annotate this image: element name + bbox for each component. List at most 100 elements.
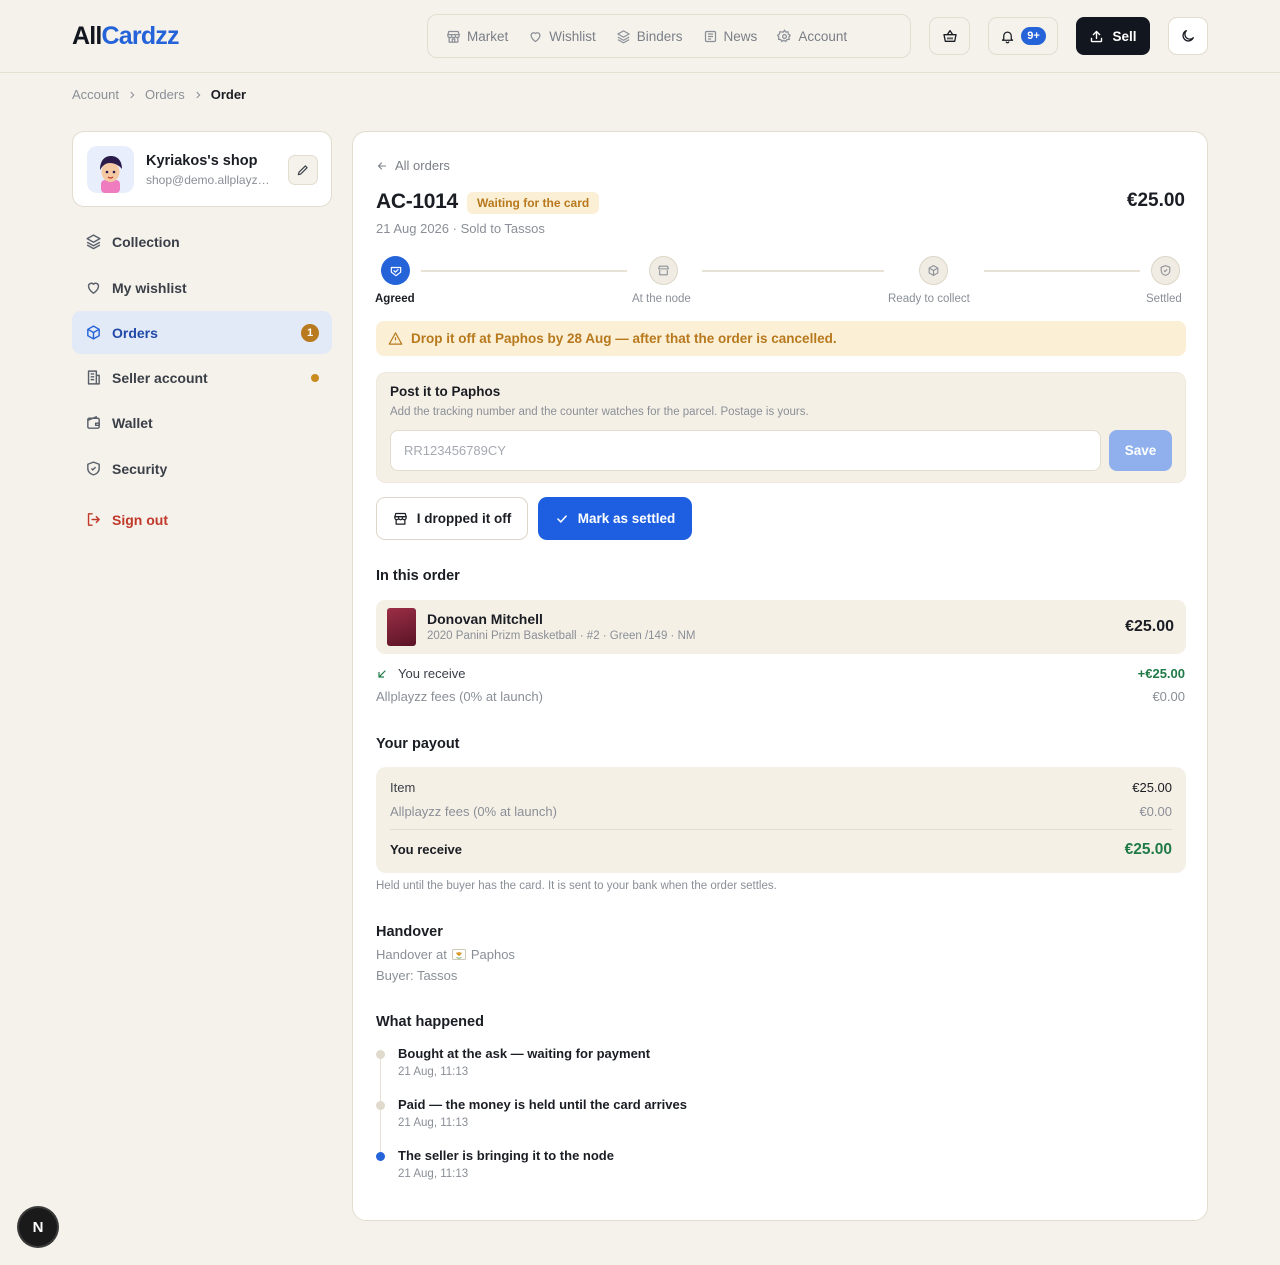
dropped-off-button[interactable]: I dropped it off <box>376 497 528 540</box>
item-meta: 2020 Panini Prizm Basketball · #2 · Gree… <box>427 630 696 642</box>
brand-logo[interactable]: AllCardzz <box>72 21 180 51</box>
payout-item-value: €25.00 <box>1132 780 1172 795</box>
receive-label: You receive <box>398 666 466 681</box>
upload-icon <box>1091 30 1103 42</box>
stepper-line <box>421 270 627 272</box>
timeline-event-time: 21 Aug, 11:13 <box>398 1168 469 1180</box>
order-item-row[interactable]: Donovan Mitchell 2020 Panini Prizm Baske… <box>376 600 1186 654</box>
notifications-button[interactable]: 9+ <box>988 17 1058 55</box>
arrow-down-left-icon <box>378 669 386 678</box>
step-label-node: At the node <box>632 293 691 305</box>
sign-out-label: Sign out <box>112 511 168 528</box>
notification-count-badge: 9+ <box>1021 27 1046 45</box>
nav-market[interactable]: Market <box>436 21 518 51</box>
stepper-line <box>702 270 884 272</box>
tracking-number-input[interactable] <box>390 430 1101 471</box>
sell-button-label: Sell <box>1112 28 1137 44</box>
nav-account[interactable]: Account <box>767 21 857 51</box>
payout-fees-label: Allplayzz fees (0% at launch) <box>390 804 557 819</box>
edit-shop-button[interactable] <box>288 155 318 185</box>
nav-news-label: News <box>723 28 758 44</box>
order-price: €25.00 <box>1126 190 1185 211</box>
payout-total-label: You receive <box>390 842 463 857</box>
sidebar-item-wallet[interactable]: Wallet <box>72 401 332 444</box>
timeline-dot-current <box>376 1152 385 1161</box>
receive-value: +€25.00 <box>1137 666 1185 681</box>
stepper-line <box>984 270 1140 272</box>
sidebar-item-orders[interactable]: Orders 1 <box>72 311 332 354</box>
store-icon <box>447 30 460 43</box>
timeline-dot <box>376 1050 385 1059</box>
in-this-order-heading: In this order <box>376 568 460 584</box>
back-to-orders-link[interactable]: All orders <box>376 158 450 173</box>
sidebar-item-security[interactable]: Security <box>72 447 332 490</box>
nav-binders-label: Binders <box>636 28 683 44</box>
top-bar: AllCardzz Market Wishlist Binders News A… <box>0 0 1280 73</box>
heart-icon <box>87 282 100 294</box>
nav-market-label: Market <box>467 28 509 44</box>
deadline-warning: Drop it off at Paphos by 28 Aug — after … <box>376 321 1186 356</box>
tracking-title: Post it to Paphos <box>390 384 501 399</box>
box-icon <box>87 325 100 340</box>
back-link-label: All orders <box>395 158 450 173</box>
sidebar-item-label: Wallet <box>112 414 153 431</box>
fees-value: €0.00 <box>1152 689 1185 704</box>
building-icon <box>87 370 100 385</box>
store-icon <box>658 265 669 276</box>
item-price: €25.00 <box>1125 618 1174 635</box>
payout-note: Held until the buyer has the card. It is… <box>376 880 777 892</box>
store-icon <box>394 512 407 525</box>
breadcrumb-account[interactable]: Account <box>72 87 119 102</box>
save-tracking-button[interactable]: Save <box>1109 430 1172 471</box>
handover-prefix: Handover at <box>376 947 447 962</box>
mark-settled-label: Mark as settled <box>577 511 676 526</box>
theme-toggle-button[interactable] <box>1168 17 1208 55</box>
layers-icon <box>86 234 101 250</box>
brand-part-2: Cardzz <box>101 22 180 50</box>
mark-settled-button[interactable]: Mark as settled <box>538 497 692 540</box>
tracking-panel: Post it to Paphos Add the tracking numbe… <box>376 372 1186 483</box>
warning-icon <box>388 332 403 345</box>
shop-name: Kyriakos's shop <box>146 153 258 169</box>
sign-out-button[interactable]: Sign out <box>72 498 332 541</box>
item-name: Donovan Mitchell <box>427 611 543 627</box>
nav-wishlist-label: Wishlist <box>549 28 596 44</box>
timeline-event-time: 21 Aug, 11:13 <box>398 1066 469 1078</box>
breadcrumb-order: Order <box>210 87 247 102</box>
attention-dot <box>311 374 319 382</box>
sidebar-item-collection[interactable]: Collection <box>72 220 332 263</box>
nav-wishlist[interactable]: Wishlist <box>518 21 606 51</box>
divider <box>390 829 1172 830</box>
receive-row: You receive <box>376 666 465 681</box>
sell-button[interactable]: Sell <box>1076 17 1150 55</box>
breadcrumb-orders[interactable]: Orders <box>145 87 185 102</box>
nav-binders[interactable]: Binders <box>606 21 693 51</box>
step-ready-icon <box>919 256 948 285</box>
moon-icon <box>1182 30 1194 42</box>
warning-text: Drop it off at Paphos by 28 Aug — after … <box>411 331 837 346</box>
order-panel: All orders AC-1014 Waiting for the card … <box>352 131 1208 1221</box>
payout-heading: Your payout <box>376 736 460 752</box>
payout-item-label: Item <box>390 780 416 795</box>
chevron-right-icon <box>196 91 201 98</box>
chevron-right-icon <box>130 91 135 98</box>
step-agreed-icon <box>381 256 410 285</box>
nav-account-label: Account <box>798 28 848 44</box>
dev-tools-badge[interactable]: N <box>19 1208 57 1246</box>
newspaper-icon <box>704 30 716 42</box>
tracking-description: Add the tracking number and the counter … <box>390 406 809 418</box>
orders-count-badge: 1 <box>301 324 319 342</box>
cart-button[interactable] <box>929 17 970 55</box>
sidebar-item-label: Collection <box>112 233 180 250</box>
check-icon <box>556 514 567 523</box>
pencil-icon <box>297 165 308 176</box>
shield-icon <box>1160 265 1171 276</box>
order-subtitle: 21 Aug 2026 · Sold to Tassos <box>376 221 545 236</box>
dropped-off-label: I dropped it off <box>416 511 512 526</box>
bell-icon <box>1002 31 1014 43</box>
sidebar-item-wishlist[interactable]: My wishlist <box>72 266 332 309</box>
history-heading: What happened <box>376 1014 484 1030</box>
handshake-icon <box>390 266 401 276</box>
nav-news[interactable]: News <box>693 21 768 51</box>
sidebar-item-seller-account[interactable]: Seller account <box>72 356 332 399</box>
